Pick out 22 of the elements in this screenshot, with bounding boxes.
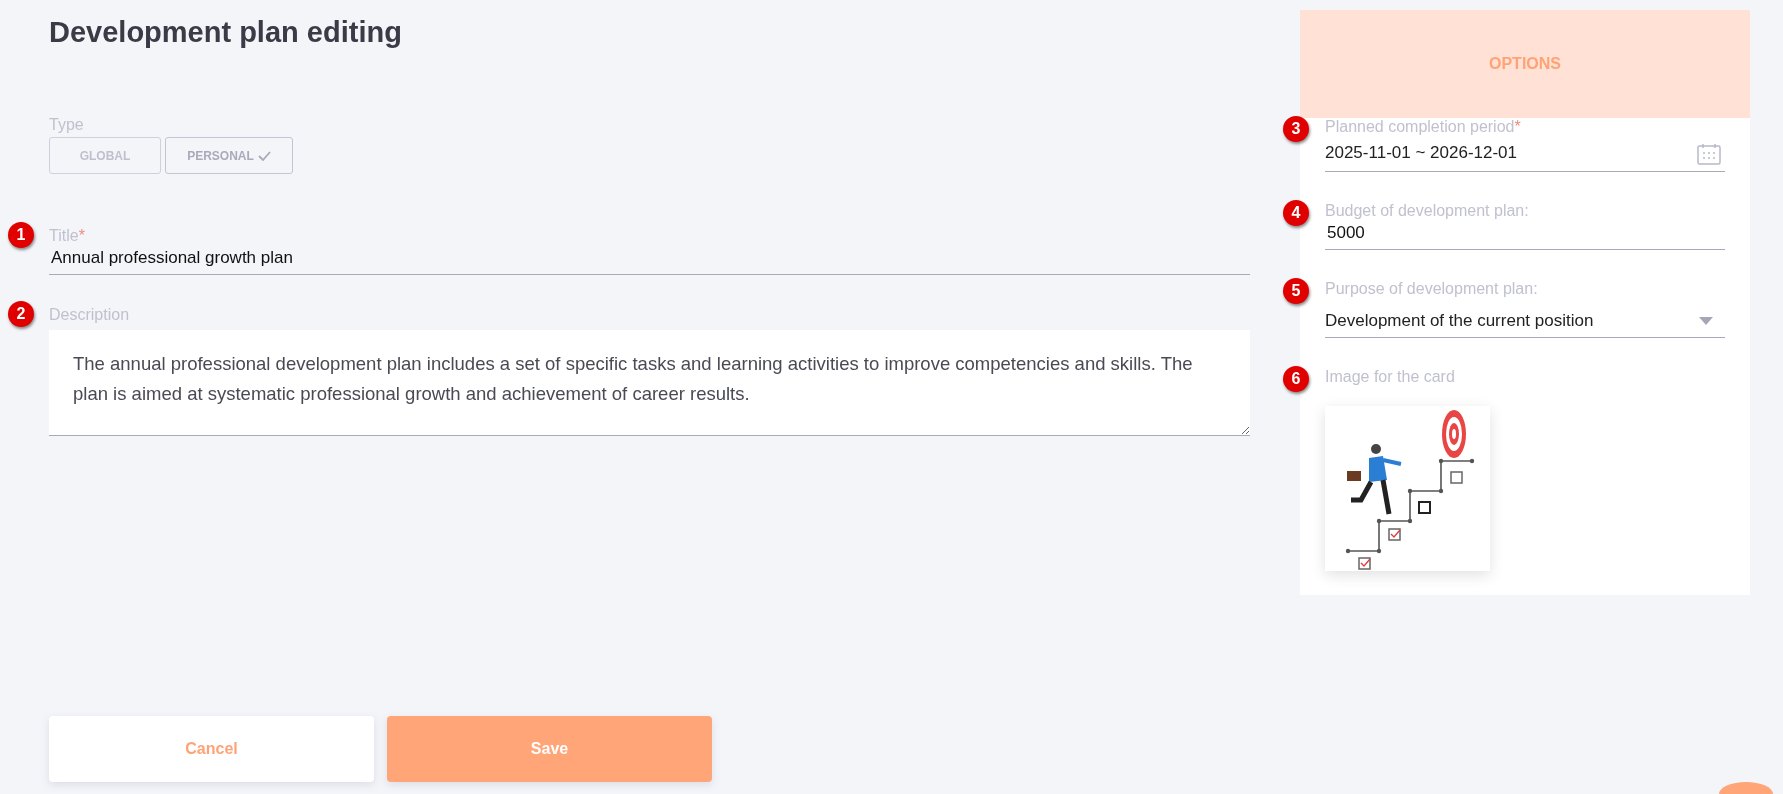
description-field[interactable]: The annual professional development plan includes a set of specific tasks and learning activities to improve competencies and skills. The plan is aimed at systematic professional growth and achievement of career results. — [49, 330, 1250, 436]
step-marker-badge: 4 — [1283, 200, 1309, 226]
purpose-dropdown[interactable]: Development of the current position — [1325, 308, 1725, 338]
check-icon — [257, 150, 271, 161]
floating-action-button[interactable] — [1719, 782, 1773, 794]
step-marker-badge: 1 — [8, 222, 34, 248]
field-label: Image for the card — [1325, 368, 1456, 386]
step-marker-badge: 5 — [1283, 278, 1309, 304]
budget-input-field[interactable]: 5000 — [1325, 220, 1725, 250]
caret-icon — [1699, 317, 1713, 325]
panel-header: OPTIONS — [1300, 10, 1750, 118]
page-title: Development plan editing — [49, 15, 403, 49]
step-marker-badge: 2 — [8, 301, 34, 327]
field-label: Budget of development plan: — [1325, 202, 1530, 220]
date-range-field[interactable]: 2025-11-01 ~ 2026-12-01 — [1325, 138, 1725, 172]
field-label: Title* — [49, 227, 86, 245]
step-marker-badge: 3 — [1283, 116, 1309, 142]
field-label: Planned completion period* — [1325, 118, 1522, 136]
calendar-icon — [1697, 143, 1721, 165]
field-label: Purpose of development plan: — [1325, 280, 1539, 298]
text-input-field[interactable]: Annual professional growth plan — [49, 245, 1250, 275]
step-marker-badge: 6 — [1283, 366, 1309, 392]
